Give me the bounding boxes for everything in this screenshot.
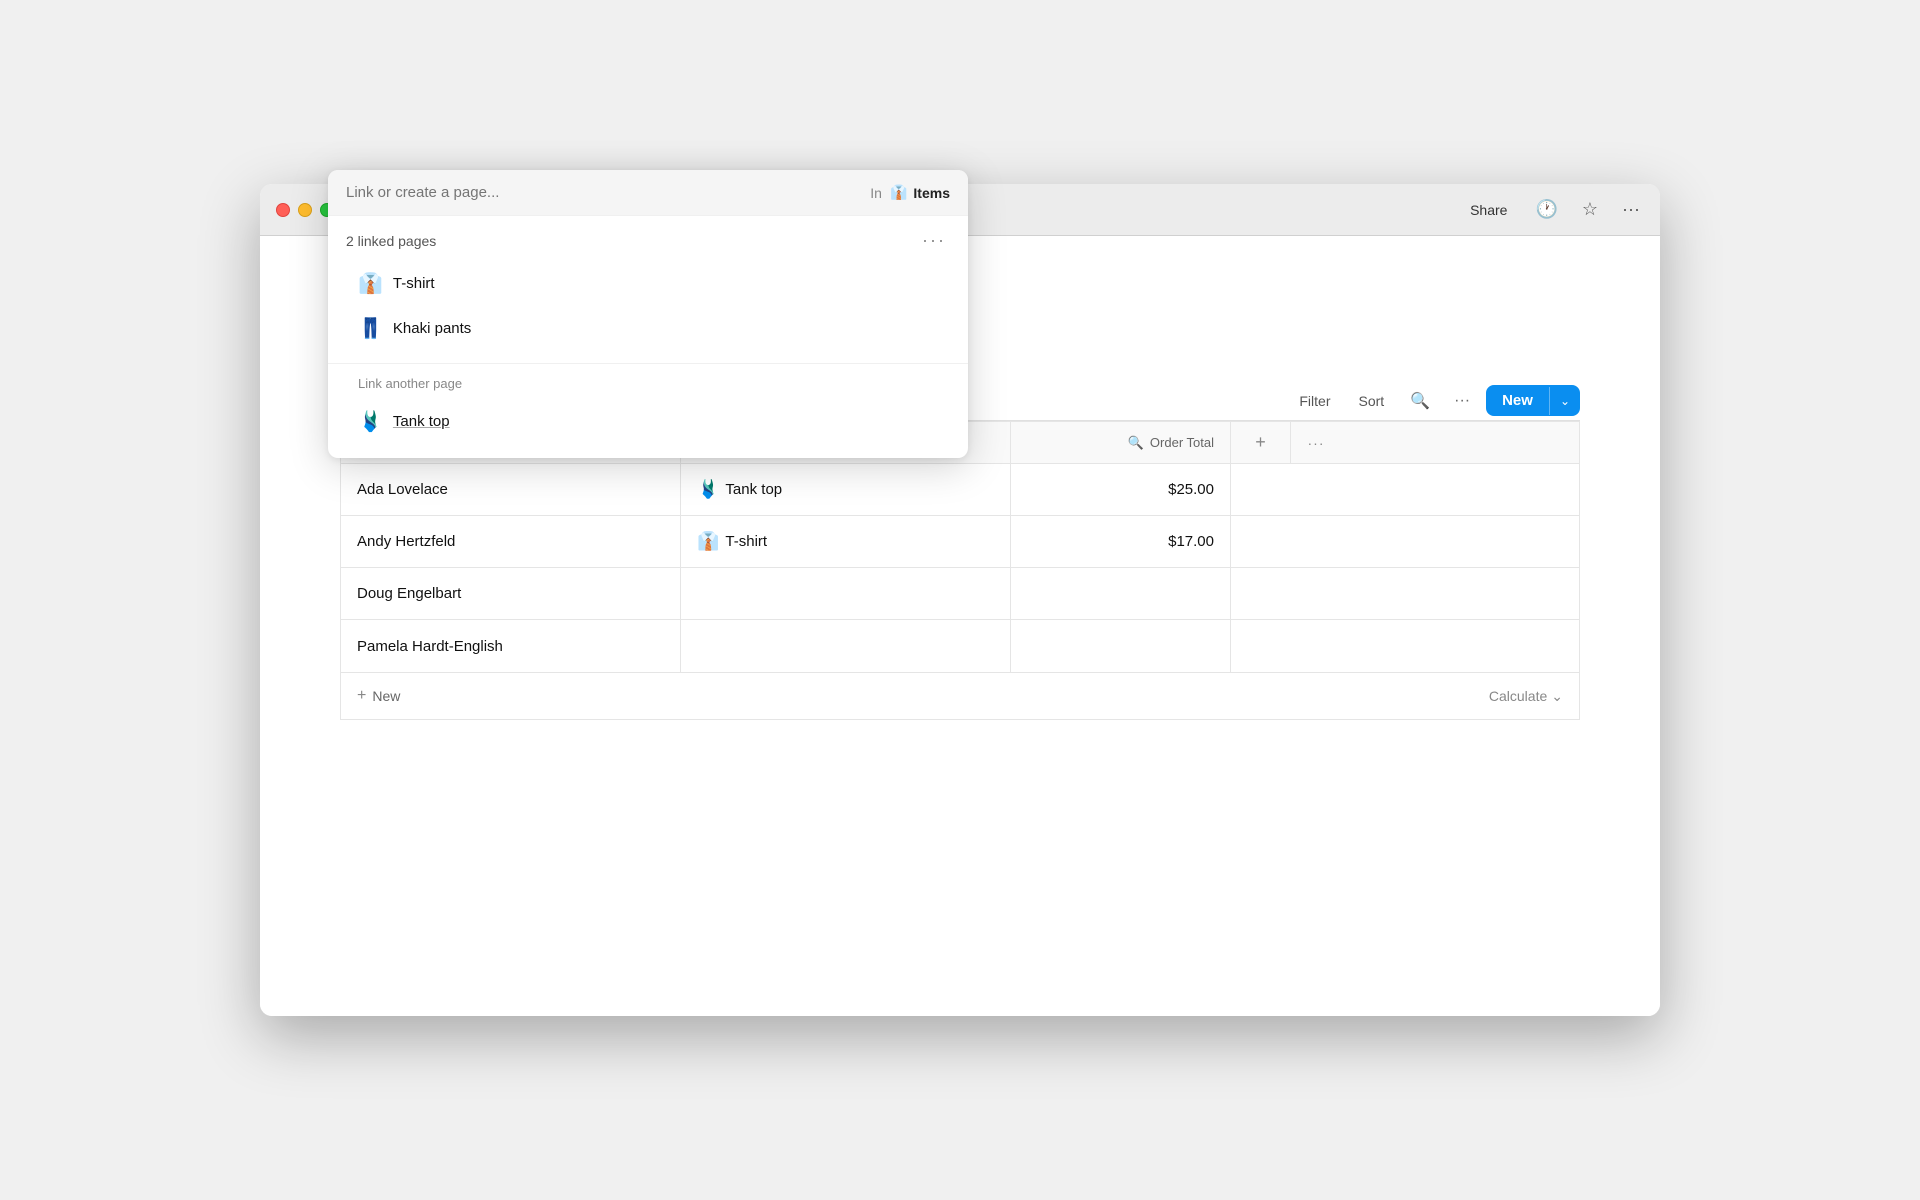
calculate-label: Calculate bbox=[1489, 688, 1547, 704]
cell-empty-doug bbox=[1231, 568, 1579, 619]
item-label-ada: Tank top bbox=[725, 481, 782, 498]
link-another-section: Link another page 🩱 Tank top bbox=[328, 368, 968, 458]
th-more-icon: ··· bbox=[1308, 435, 1325, 451]
toolbar-right: Filter Sort 🔍 ··· New ⌄ bbox=[1289, 385, 1580, 417]
cell-name-pamela: Pamela Hardt-English bbox=[341, 620, 681, 672]
filter-button[interactable]: Filter bbox=[1289, 387, 1340, 415]
titlebar-right: Share 🕐 ☆ ··· bbox=[1462, 195, 1644, 224]
linked-pages-title: 2 linked pages bbox=[346, 233, 436, 249]
tanktop-suggest-label: Tank top bbox=[393, 413, 450, 430]
cell-empty-ada bbox=[1231, 464, 1579, 515]
search-button[interactable]: 🔍 bbox=[1402, 385, 1438, 417]
cell-items-doug[interactable] bbox=[681, 568, 1011, 619]
close-button[interactable] bbox=[276, 203, 290, 217]
in-label: In bbox=[870, 185, 882, 201]
table-footer: + New Calculate ⌄ bbox=[341, 672, 1579, 719]
cell-total-ada: $25.00 bbox=[1011, 464, 1231, 515]
dropdown-search-bar: In 👔 Items bbox=[328, 184, 968, 216]
cell-items-pamela[interactable] bbox=[681, 620, 1011, 672]
share-button[interactable]: Share bbox=[1462, 198, 1515, 222]
tank-top-icon: 🩱 bbox=[697, 479, 719, 500]
cell-items-ada[interactable]: 🩱 Tank top bbox=[681, 464, 1011, 515]
cell-empty-pamela bbox=[1231, 620, 1579, 672]
new-button[interactable]: New bbox=[1486, 385, 1549, 416]
data-table: Aa Name ↗ Items Purchased 🔍 Order Total … bbox=[340, 421, 1580, 720]
th-more-options[interactable]: ··· bbox=[1291, 422, 1341, 463]
table-row[interactable]: Ada Lovelace 🩱 Tank top $25.00 bbox=[341, 464, 1579, 516]
link-another-title: Link another page bbox=[346, 376, 950, 391]
new-button-group: New ⌄ bbox=[1486, 385, 1580, 416]
dropdown-divider bbox=[328, 363, 968, 364]
linked-pages-more-button[interactable]: ··· bbox=[918, 230, 950, 251]
table-row[interactable]: Andy Hertzfeld 👔 T-shirt $17.00 bbox=[341, 516, 1579, 568]
new-button-chevron[interactable]: ⌄ bbox=[1549, 387, 1580, 415]
in-badge-icon: 👔 bbox=[890, 184, 907, 201]
tanktop-suggest-icon: 🩱 bbox=[358, 409, 383, 434]
cell-total-andy: $17.00 bbox=[1011, 516, 1231, 567]
cell-total-pamela bbox=[1011, 620, 1231, 672]
new-row-label: New bbox=[372, 688, 400, 704]
cell-name-andy: Andy Hertzfeld bbox=[341, 516, 681, 567]
dropdown-in-section: In 👔 Items bbox=[870, 184, 950, 201]
link-dropdown: In 👔 Items 2 linked pages ··· 👔 T-shirt bbox=[328, 184, 968, 458]
minimize-button[interactable] bbox=[298, 203, 312, 217]
toolbar-more-button[interactable]: ··· bbox=[1446, 386, 1478, 416]
cell-empty-andy bbox=[1231, 516, 1579, 567]
history-button[interactable]: 🕐 bbox=[1531, 195, 1561, 224]
traffic-lights bbox=[276, 203, 334, 217]
add-column-icon: + bbox=[1255, 432, 1266, 453]
tshirt-icon: 👔 bbox=[697, 531, 719, 552]
cell-items-andy[interactable]: 👔 T-shirt bbox=[681, 516, 1011, 567]
new-row-plus-icon: + bbox=[357, 687, 366, 705]
app-window: ☰ ← → 🛍️ Acme Merchandise / 👥 Customers … bbox=[260, 184, 1660, 1016]
khaki-item-label: Khaki pants bbox=[393, 320, 471, 337]
new-row-button[interactable]: + New bbox=[341, 673, 681, 719]
sort-button[interactable]: Sort bbox=[1349, 387, 1395, 415]
content: 👥 Customers ⊞ Default View + Add view Fi… bbox=[260, 236, 1660, 1016]
cell-name-doug: Doug Engelbart bbox=[341, 568, 681, 619]
more-options-button[interactable]: ··· bbox=[1618, 195, 1644, 224]
item-label-andy: T-shirt bbox=[725, 533, 767, 550]
tshirt-item-label: T-shirt bbox=[393, 275, 435, 292]
suggested-page-tanktop[interactable]: 🩱 Tank top bbox=[346, 399, 950, 444]
th-total-label: Order Total bbox=[1150, 435, 1214, 450]
cell-total-doug bbox=[1011, 568, 1231, 619]
calculate-button[interactable]: Calculate ⌄ bbox=[1473, 674, 1579, 719]
th-total-icon: 🔍 bbox=[1128, 435, 1144, 451]
tshirt-item-icon: 👔 bbox=[358, 271, 383, 296]
th-add-column[interactable]: + bbox=[1231, 422, 1291, 463]
in-badge-title: Items bbox=[913, 185, 950, 201]
khaki-item-icon: 👖 bbox=[358, 316, 383, 341]
item-chip-ada: 🩱 Tank top bbox=[697, 479, 782, 500]
table-row[interactable]: Pamela Hardt-English bbox=[341, 620, 1579, 672]
cell-name-ada: Ada Lovelace bbox=[341, 464, 681, 515]
calculate-chevron-icon: ⌄ bbox=[1551, 688, 1563, 705]
link-search-input[interactable] bbox=[346, 184, 870, 201]
th-order-total: 🔍 Order Total bbox=[1011, 422, 1231, 463]
in-badge: 👔 Items bbox=[890, 184, 950, 201]
item-chip-andy: 👔 T-shirt bbox=[697, 531, 767, 552]
linked-pages-section: 2 linked pages ··· 👔 T-shirt 👖 Khaki pan… bbox=[328, 216, 968, 359]
linked-page-tshirt[interactable]: 👔 T-shirt bbox=[346, 261, 950, 306]
linked-page-khaki[interactable]: 👖 Khaki pants bbox=[346, 306, 950, 351]
favorite-button[interactable]: ☆ bbox=[1578, 195, 1602, 224]
linked-pages-header: 2 linked pages ··· bbox=[346, 230, 950, 251]
table-row[interactable]: Doug Engelbart bbox=[341, 568, 1579, 620]
